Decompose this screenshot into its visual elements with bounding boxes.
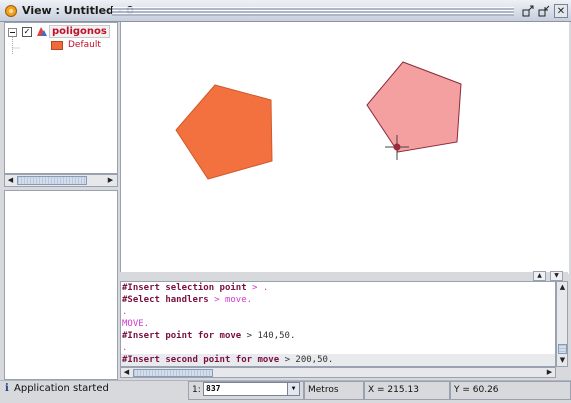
y-coordinate: Y = 60.26	[450, 381, 571, 400]
console-text: > 200,50.	[284, 355, 334, 365]
legend-color-swatch	[51, 41, 63, 50]
toc-horizontal-scrollbar[interactable]: ◀ ▶	[4, 174, 118, 187]
console-vertical-scrollbar[interactable]: ▲ ▼	[556, 281, 568, 367]
splitter-up-icon[interactable]: ▲	[533, 271, 546, 281]
console-text: MOVE.	[122, 319, 150, 329]
chevron-down-icon[interactable]: ▼	[287, 383, 299, 395]
pentagon-dark	[175, 84, 273, 180]
console-splitter[interactable]: ▲ ▼	[120, 271, 568, 281]
console-text: > move.	[214, 295, 253, 305]
x-coordinate: X = 215.13	[364, 381, 450, 400]
scroll-right-icon[interactable]: ▶	[105, 175, 116, 186]
minimize-icon[interactable]	[521, 4, 535, 18]
pentagon-selected	[366, 61, 462, 153]
console-text: #Select handlers	[122, 295, 215, 305]
title-bar-grip	[112, 7, 514, 16]
scroll-left-icon[interactable]: ◀	[5, 175, 16, 186]
console-line: #Select handlers > move.	[121, 294, 555, 306]
view-icon	[5, 5, 17, 17]
scroll-left-icon[interactable]: ◀	[121, 367, 132, 378]
console-line: .	[121, 306, 555, 318]
console-text: #Insert selection point	[122, 283, 253, 293]
layer-visibility-checkbox[interactable]: ✓	[22, 27, 32, 37]
scale-select[interactable]: 837 ▼	[203, 382, 300, 396]
console-line: #Insert point for move > 140,50.	[121, 330, 555, 342]
scroll-thumb[interactable]	[17, 176, 87, 185]
layer-name[interactable]: poligonos	[49, 25, 110, 38]
tree-collapse-icon[interactable]	[8, 28, 20, 58]
status-message: Application started	[14, 383, 109, 394]
scroll-up-icon[interactable]: ▲	[557, 282, 568, 293]
console-output: #Insert selection point > . #Select handl…	[121, 282, 555, 366]
command-console[interactable]: #Insert selection point > . #Select handl…	[120, 281, 556, 367]
overview-panel	[4, 190, 118, 380]
splitter-down-icon[interactable]: ▼	[550, 271, 563, 281]
scroll-down-icon[interactable]: ▼	[557, 355, 568, 366]
scale-value: 837	[206, 384, 221, 393]
console-text: #Insert point for move	[122, 331, 247, 341]
console-horizontal-scrollbar[interactable]: ◀ ▶	[120, 367, 556, 378]
legend-label: Default	[68, 40, 101, 50]
layer-type-icon	[36, 26, 47, 37]
console-text: > 140,50.	[246, 331, 296, 341]
maximize-icon[interactable]	[537, 4, 551, 18]
console-text: .	[122, 343, 128, 353]
table-of-contents: ✓ poligonos Default	[4, 22, 118, 174]
scroll-right-icon[interactable]: ▶	[544, 367, 555, 378]
console-line: #Insert selection point > .	[121, 282, 555, 294]
map-canvas[interactable]	[120, 22, 569, 274]
console-line: .	[121, 342, 555, 354]
console-text: .	[122, 307, 128, 317]
console-line: #Insert second point for move > 200,50.	[121, 354, 555, 366]
map-drawing	[175, 61, 462, 180]
info-icon: i	[5, 383, 9, 394]
close-icon[interactable]: ✕	[554, 4, 568, 18]
scale-label: 1:	[192, 385, 201, 395]
console-hscroll-thumb[interactable]	[133, 369, 213, 377]
console-text: #Insert second point for move	[122, 355, 285, 365]
units-display: Metros	[304, 381, 364, 400]
console-line: MOVE.	[121, 318, 555, 330]
console-scroll-thumb[interactable]	[558, 344, 567, 354]
console-text: > .	[252, 283, 269, 293]
